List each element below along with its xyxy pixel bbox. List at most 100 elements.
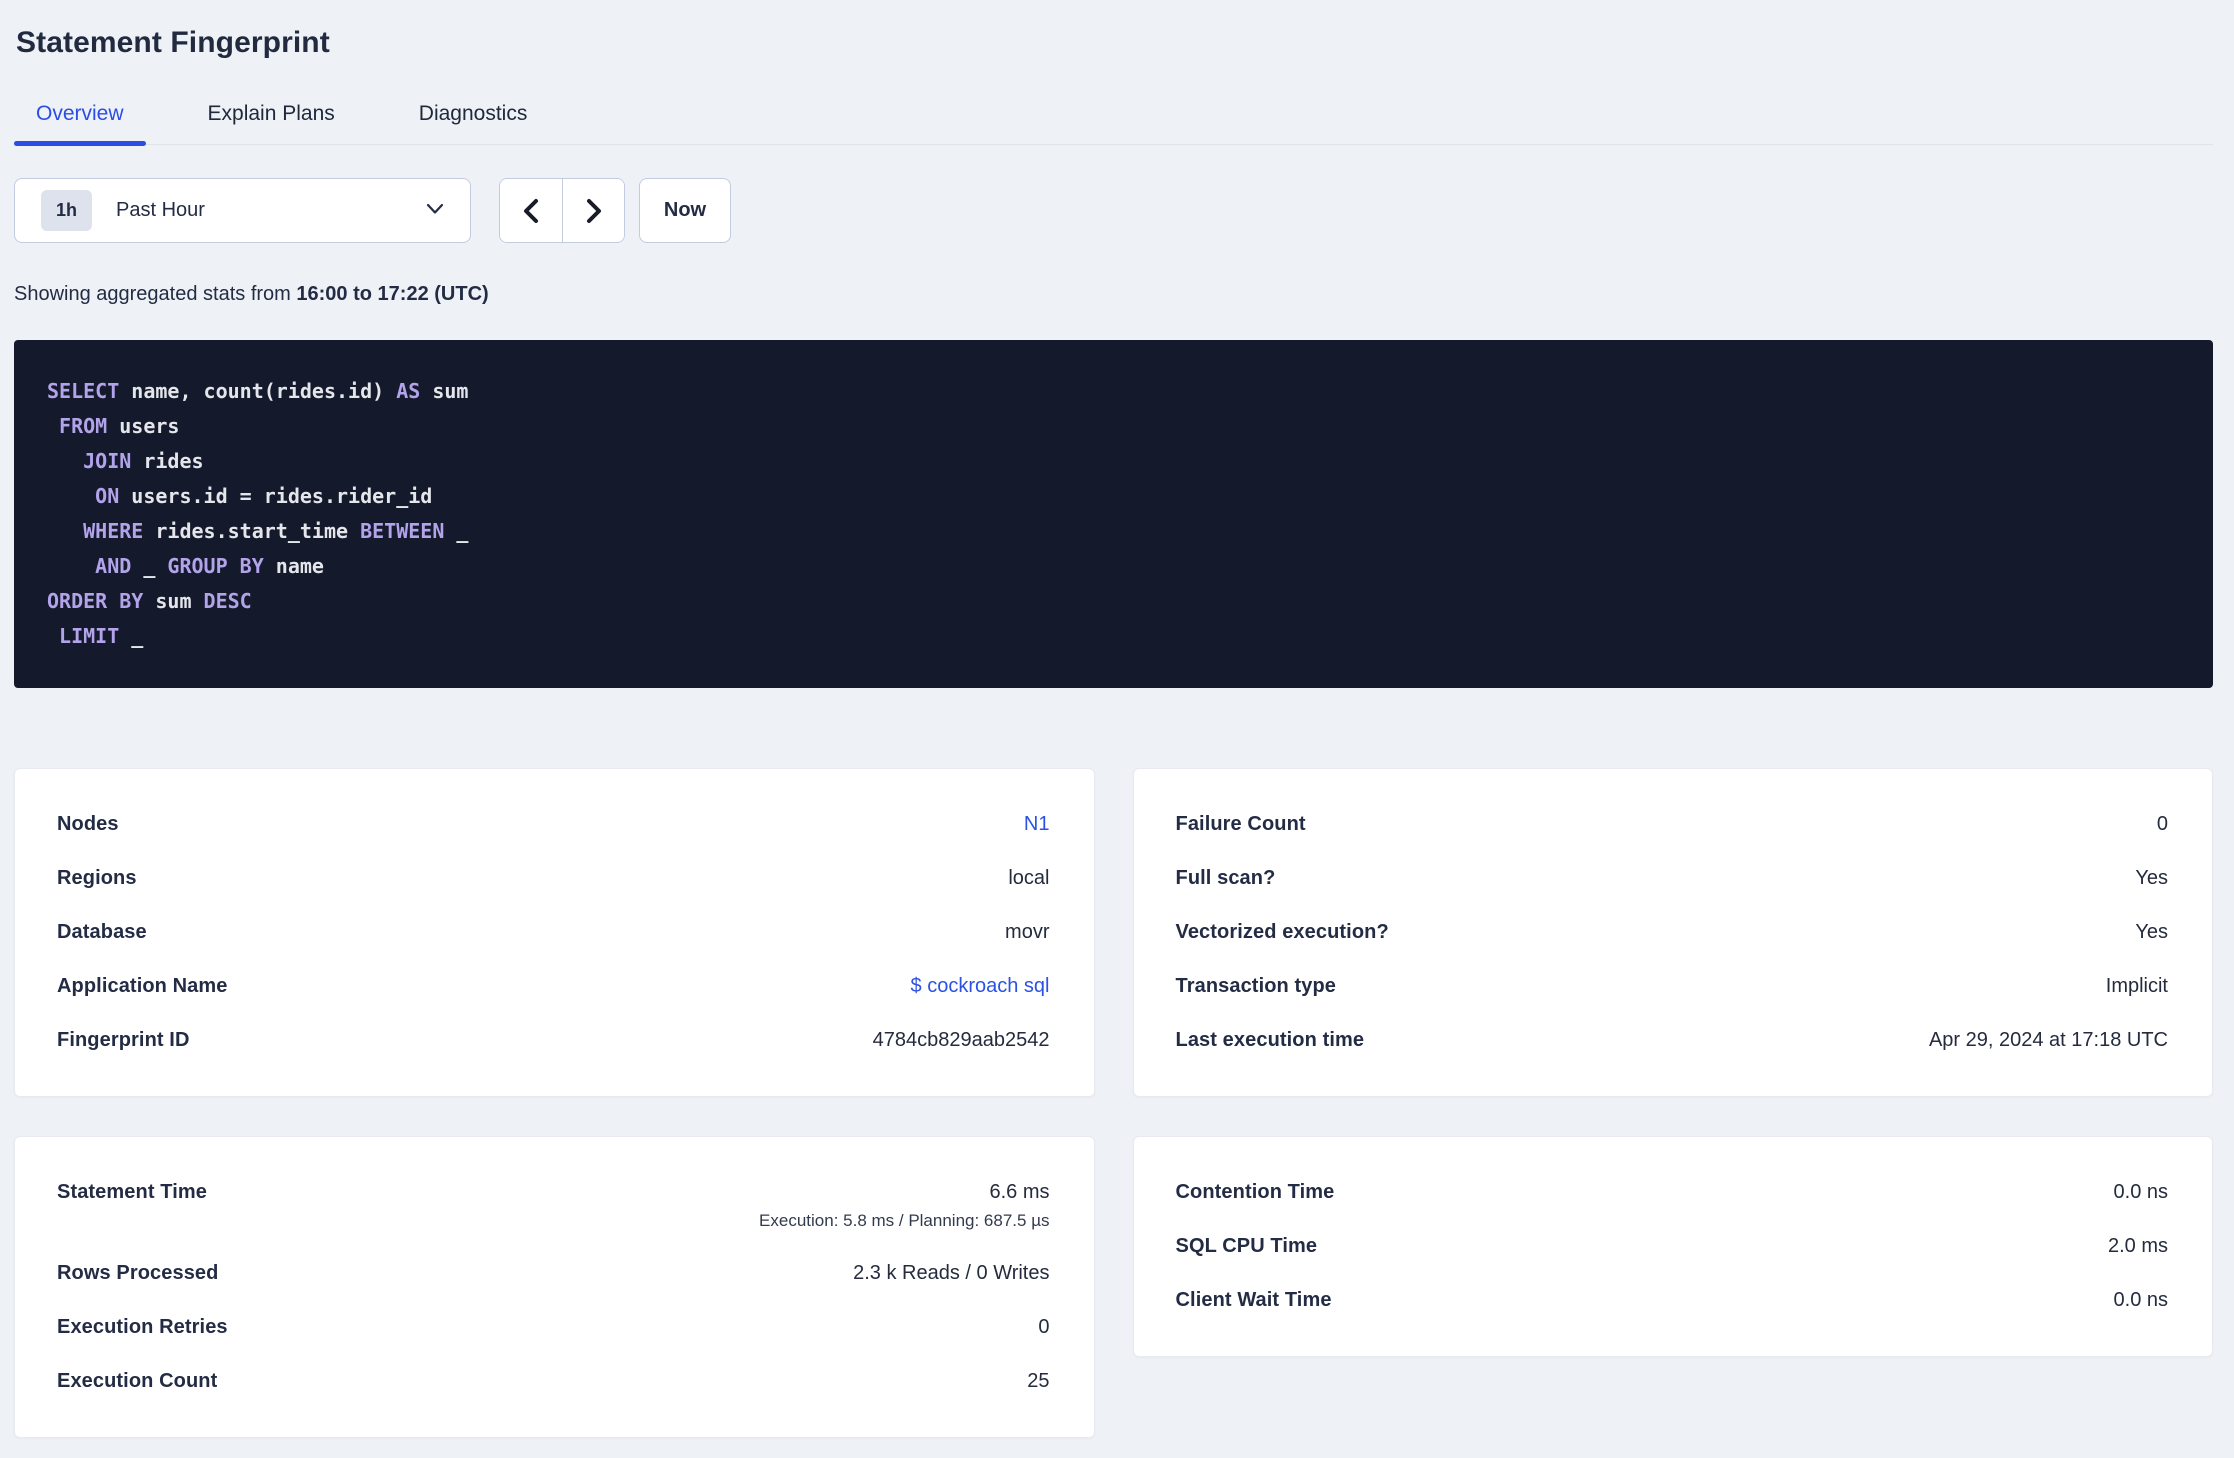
regions-value: local [1008,867,1050,889]
last-execution-time-value-wrap: Apr 29, 2024 at 17:18 UTC [1929,1029,2168,1052]
statement-timing-card: Statement Time 6.6 ms Execution: 5.8 ms / … [14,1136,1095,1438]
transaction-type-label: Transaction type [1175,975,1337,997]
sql-line: JOIN rides [47,444,2183,479]
sql-cpu-time-value: 2.0 ms [2107,1235,2168,1257]
transaction-type-value: Implicit [2105,975,2168,997]
sql-text: sum [420,379,469,403]
sql-line: LIMIT _ [47,619,2183,654]
client-wait-time-row: Client Wait Time 0.0 ns [1176,1289,2169,1312]
full-scan-label: Full scan? [1175,867,1276,889]
rows-processed-value-wrap: 2.3 k Reads / 0 Writes [853,1262,1049,1285]
rows-processed-row: Rows Processed 2.3 k Reads / 0 Writes [57,1262,1050,1285]
failure-count-value: 0 [2156,813,2168,835]
time-range-badge: 1h [41,190,93,231]
contention-time-label: Contention Time [1175,1181,1335,1203]
page-title: Statement Fingerprint [16,26,330,59]
database-value-wrap: movr [1005,921,1049,944]
full-scan-row: Full scan? Yes [1176,867,2169,890]
database-row: Database movr [57,921,1050,944]
chevron-left-icon [524,198,538,223]
sql-keyword: FROM [59,414,108,438]
sql-text: name, count(rides.id) [119,379,397,403]
time-range-label: Past Hour [116,199,205,221]
sql-line: ON users.id = rides.rider_id [47,479,2183,514]
execution-attributes-card: Failure Count 0 Full scan? Yes Vectorized ex… [1132,768,2213,1097]
fingerprint-id-label: Fingerprint ID [57,1029,190,1051]
sql-keyword: BETWEEN [360,519,445,543]
sql-text: sum [143,589,204,613]
vectorized-execution-value: Yes [2135,921,2168,943]
nodes-link[interactable]: N1 [1024,813,1050,835]
regions-row: Regions local [57,867,1050,890]
chevron-down-icon [426,203,444,214]
contention-time-value-wrap: 0.0 ns [2114,1181,2168,1204]
sql-keyword: GROUP BY [167,554,264,578]
last-execution-time-value: Apr 29, 2024 at 17:18 UTC [1928,1029,2168,1051]
failure-count-row: Failure Count 0 [1176,813,2169,836]
execution-retries-value-wrap: 0 [1038,1316,1049,1339]
vectorized-execution-label: Vectorized execution? [1175,921,1389,943]
execution-retries-row: Execution Retries 0 [57,1316,1050,1339]
sql-line: SELECT name, count(rides.id) AS sum [47,374,2183,409]
full-scan-value-wrap: Yes [2135,867,2168,890]
sql-line: ORDER BY sum DESC [47,584,2183,619]
statement-time-row: Statement Time 6.6 ms Execution: 5.8 ms / … [57,1181,1050,1231]
sql-keyword: WHERE [83,519,144,543]
vectorized-execution-row: Vectorized execution? Yes [1176,921,2169,944]
client-wait-time-label: Client Wait Time [1175,1289,1332,1311]
chevron-right-icon [586,198,601,223]
time-range-stepper [499,178,625,243]
fingerprint-id-value: 4784cb829aab2542 [872,1029,1050,1051]
tab-explain-plans[interactable]: Explain Plans [186,102,357,144]
sql-cpu-time-value-wrap: 2.0 ms [2108,1235,2168,1258]
full-scan-value: Yes [2135,867,2168,889]
database-label: Database [57,921,147,943]
statement-time-label: Statement Time [57,1181,207,1203]
statement-time-sub-value: Execution: 5.8 ms / Planning: 687.5 µs [759,1211,1050,1230]
sql-keyword: ORDER BY [47,589,144,613]
time-range-dropdown[interactable]: 1h Past Hour [14,178,471,243]
tab-bar: Overview Explain Plans Diagnostics [14,102,2213,146]
sql-text: rides [131,449,204,473]
execution-retries-value: 0 [1038,1316,1050,1338]
nodes-row: Nodes N1 [57,813,1050,836]
application-name-row: Application Name $ cockroach sql [57,975,1050,998]
sql-statement-box: SELECT name, count(rides.id) AS sum FROM… [14,340,2213,688]
tab-diagnostics[interactable]: Diagnostics [397,102,550,144]
contention-time-row: Contention Time 0.0 ns [1176,1181,2169,1204]
application-name-link[interactable]: $ cockroach sql [911,975,1050,997]
sql-keyword: LIMIT [59,624,120,648]
prev-time-range-button[interactable] [500,179,562,242]
sql-keyword: DESC [203,589,252,613]
database-value: movr [1005,921,1050,943]
sql-line: WHERE rides.start_time BETWEEN _ [47,514,2183,549]
timing-cards-row: Statement Time 6.6 ms Execution: 5.8 ms / … [14,1136,2213,1438]
sql-text: _ [444,519,469,543]
execution-count-value: 25 [1027,1370,1050,1392]
transaction-type-value-wrap: Implicit [2106,975,2168,998]
time-controls: 1h Past Hour Now [14,178,2213,243]
execution-retries-label: Execution Retries [57,1316,228,1338]
rows-processed-label: Rows Processed [57,1262,219,1284]
client-wait-time-value: 0.0 ns [2113,1289,2168,1311]
sql-text: _ [119,624,144,648]
execution-count-label: Execution Count [57,1370,218,1392]
rows-processed-value: 2.3 k Reads / 0 Writes [853,1262,1050,1284]
statement-fingerprint-page: Statement Fingerprint Overview Explain Pl… [0,0,2234,1438]
sql-text: users [107,414,180,438]
failure-count-value-wrap: 0 [2157,813,2168,836]
now-button[interactable]: Now [639,178,731,243]
transaction-type-row: Transaction type Implicit [1176,975,2169,998]
statement-time-value-wrap: 6.6 ms Execution: 5.8 ms / Planning: 687.… [759,1181,1049,1231]
contention-time-value: 0.0 ns [2113,1181,2168,1203]
sql-line: AND _ GROUP BY name [47,549,2183,584]
sql-text: name [263,554,324,578]
sql-text: rides.start_time [143,519,361,543]
next-time-range-button[interactable] [562,179,624,242]
tab-overview[interactable]: Overview [14,102,146,146]
statement-details-card: Nodes N1 Regions local Database movr Applicati… [14,768,1095,1097]
